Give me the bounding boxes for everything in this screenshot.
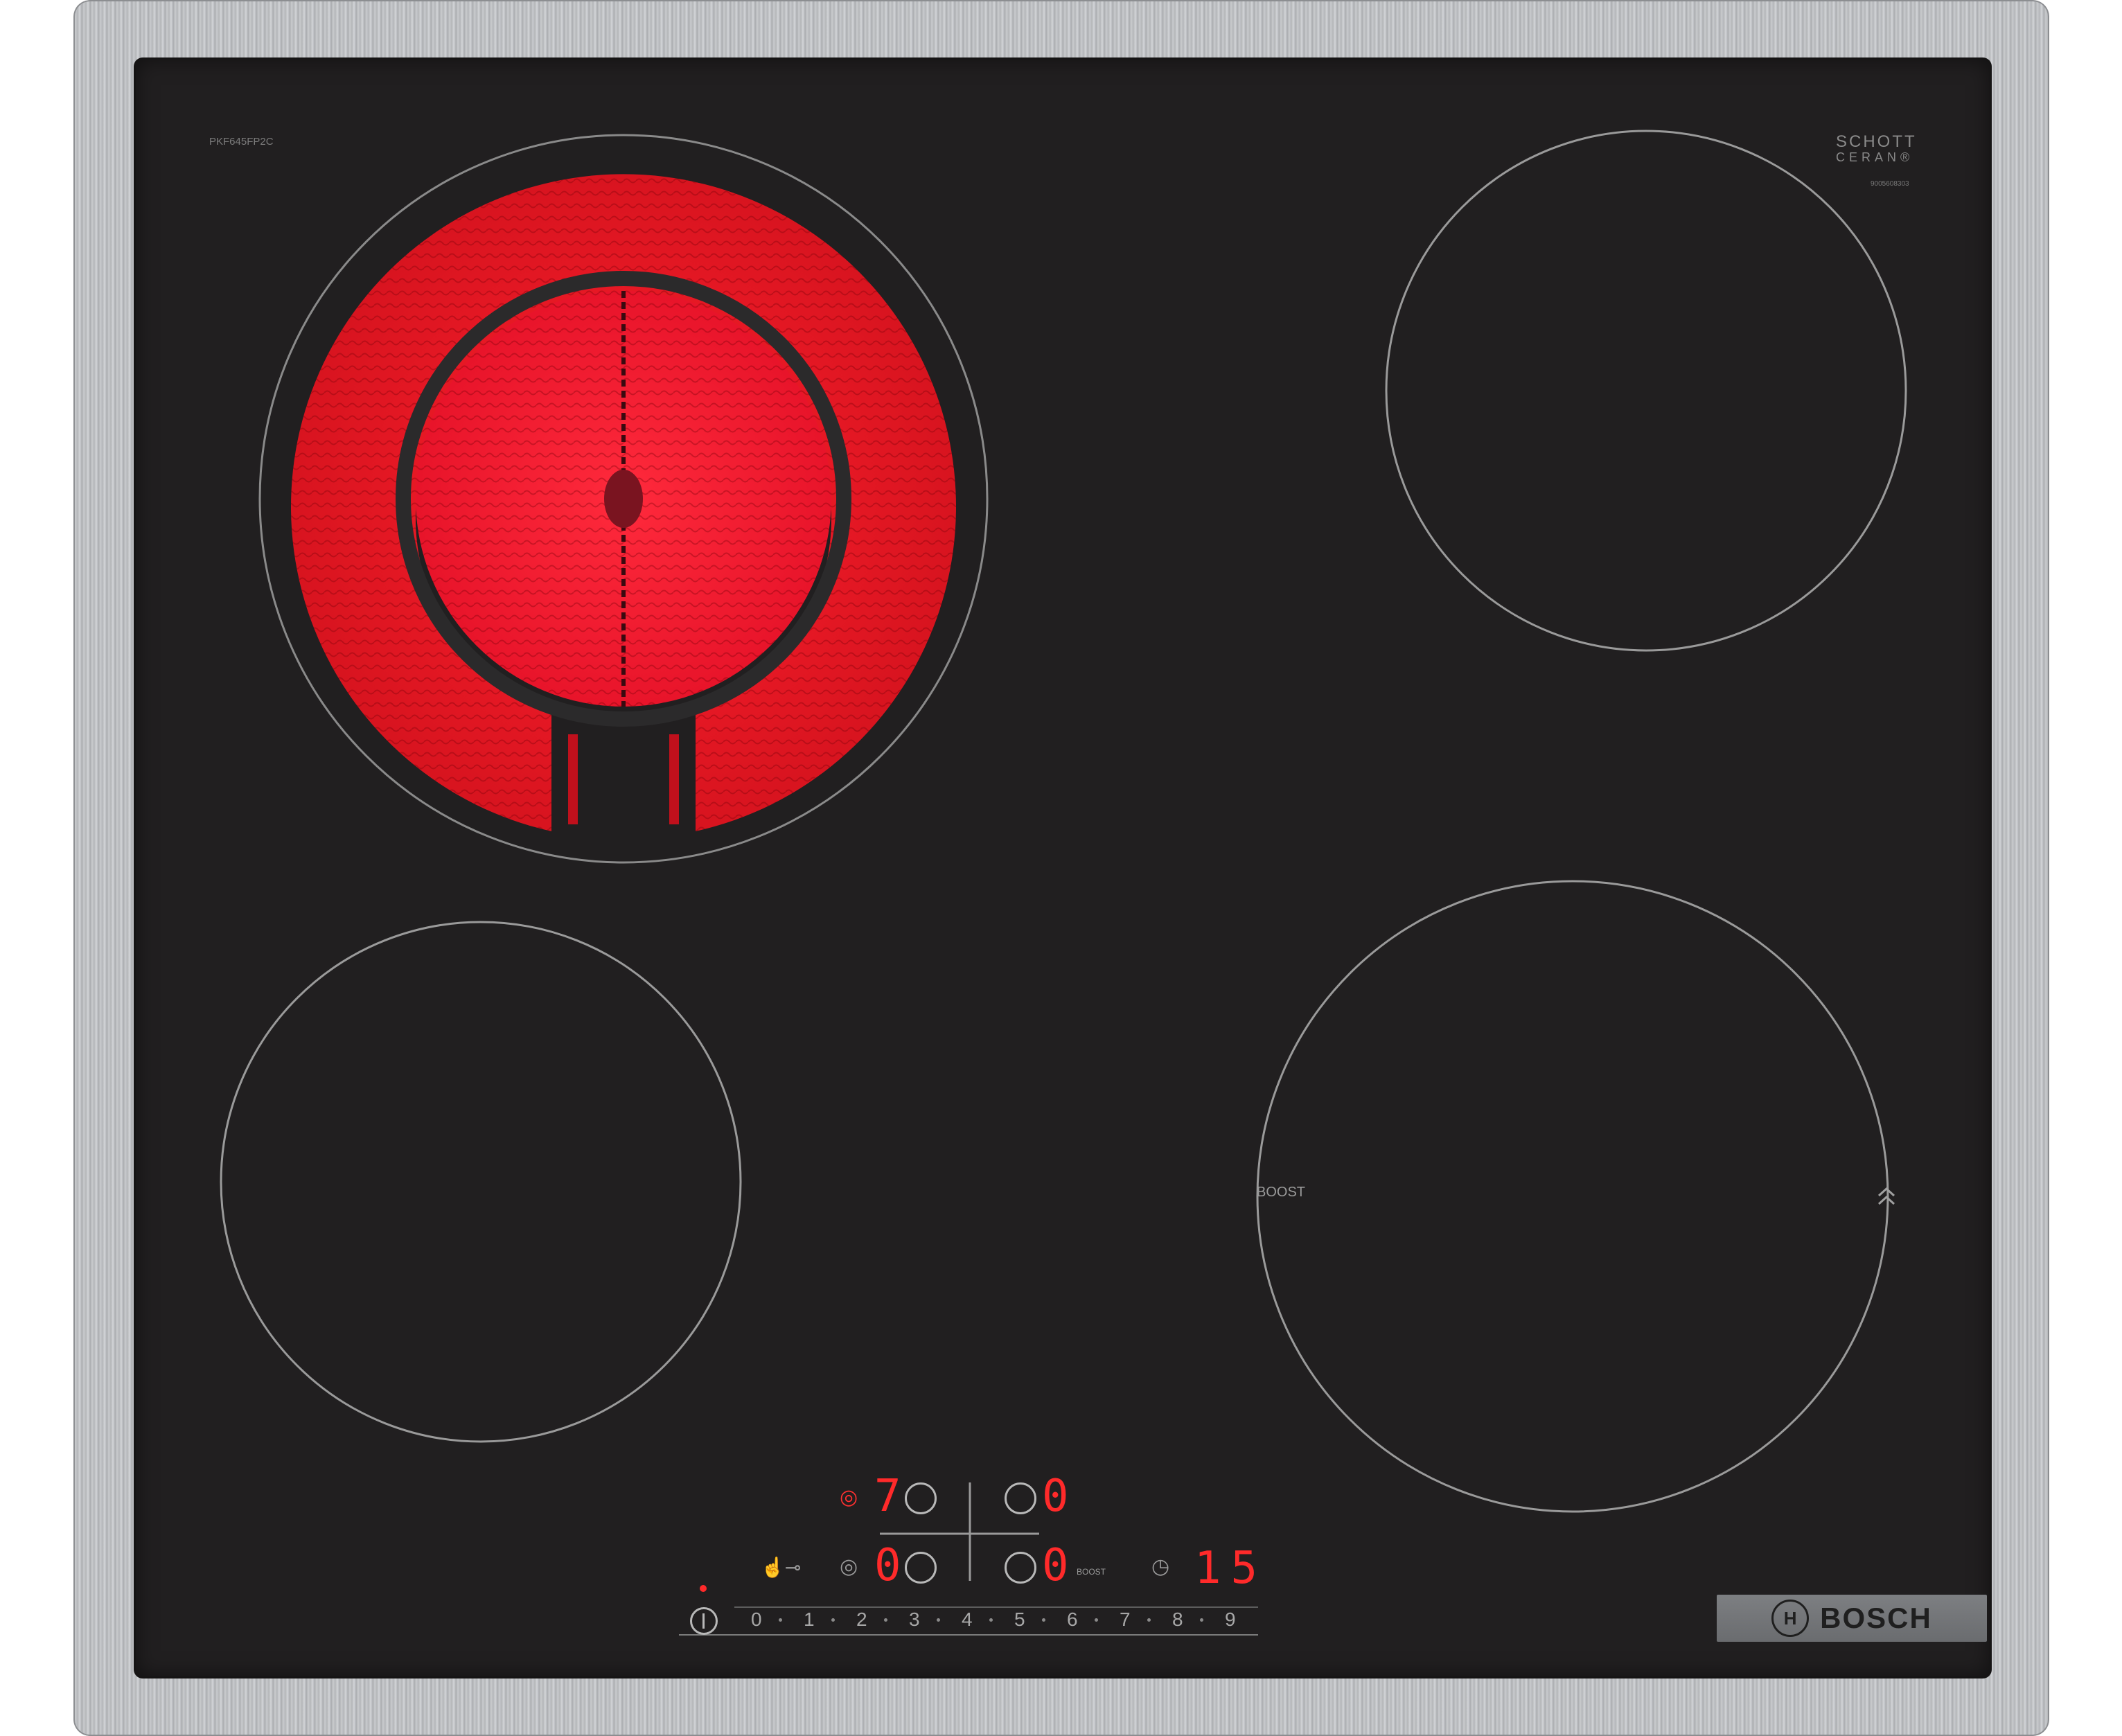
timer-display: 15 (1194, 1543, 1268, 1594)
scale-dot (937, 1618, 940, 1622)
bosch-wordmark: BOSCH (1820, 1602, 1932, 1634)
timer-clock-icon[interactable]: ◷ (1151, 1555, 1169, 1579)
power-icon (702, 1613, 705, 1629)
scale-dot (779, 1618, 782, 1622)
power-level-6[interactable]: 6 (1067, 1609, 1078, 1631)
scale-dot (831, 1618, 835, 1622)
bosch-logo-icon: H (1771, 1600, 1810, 1637)
scale-dot (1200, 1618, 1203, 1622)
zone-display-rear-right: 0 (1042, 1471, 1069, 1522)
zone-select-front-icon[interactable]: ◎ (840, 1555, 858, 1579)
cooking-zone-rear-left (258, 134, 989, 864)
zone-button-rear-right[interactable] (1005, 1482, 1036, 1514)
scale-dot (1095, 1618, 1098, 1622)
power-level-5[interactable]: 5 (1014, 1609, 1025, 1631)
boost-label: BOOST (1257, 1185, 1306, 1200)
ceran-code: 9005608303 (1871, 180, 1909, 188)
zone-display-front-left: 0 (874, 1540, 901, 1591)
bosch-brand-plate: H BOSCH (1717, 1595, 1987, 1642)
boost-button[interactable]: BOOST (1077, 1567, 1106, 1577)
power-level-8[interactable]: 8 (1172, 1609, 1183, 1631)
cooking-zone-front-right (1256, 880, 1889, 1513)
power-level-3[interactable]: 3 (909, 1609, 920, 1631)
power-level-1[interactable]: 1 (804, 1609, 815, 1631)
scale-dot (989, 1618, 993, 1622)
power-level-4[interactable]: 4 (962, 1609, 973, 1631)
zone-button-front-left[interactable] (905, 1552, 937, 1584)
zone-button-front-right[interactable] (1005, 1552, 1036, 1584)
schott-ceran-logo: SCHOTT CERAN® (1836, 134, 1917, 165)
power-level-2[interactable]: 2 (856, 1609, 867, 1631)
scale-dot (1042, 1618, 1045, 1622)
power-level-0[interactable]: 0 (751, 1609, 762, 1631)
scale-dot (1147, 1618, 1151, 1622)
ceran-text: CERAN® (1836, 150, 1914, 164)
power-level-7[interactable]: 7 (1120, 1609, 1131, 1631)
boost-chevron-icon (1877, 1187, 1895, 1205)
schott-text: SCHOTT (1836, 132, 1917, 151)
zone-select-icon[interactable]: ◎ (840, 1485, 858, 1509)
model-code: PKF645FP2C (209, 136, 274, 148)
scale-dot (884, 1618, 887, 1622)
child-lock-icon[interactable]: ☝⊸ (761, 1556, 801, 1579)
power-indicator-led (700, 1585, 707, 1592)
power-level-9[interactable]: 9 (1225, 1609, 1236, 1631)
cooking-zone-front-left (220, 921, 742, 1443)
zone-display-front-right: 0 (1042, 1540, 1069, 1591)
cooking-zone-rear-right (1385, 130, 1907, 652)
zone-button-rear-left[interactable] (905, 1482, 937, 1514)
zone-display-rear-left: 7 (874, 1471, 901, 1522)
power-button[interactable] (690, 1607, 718, 1635)
